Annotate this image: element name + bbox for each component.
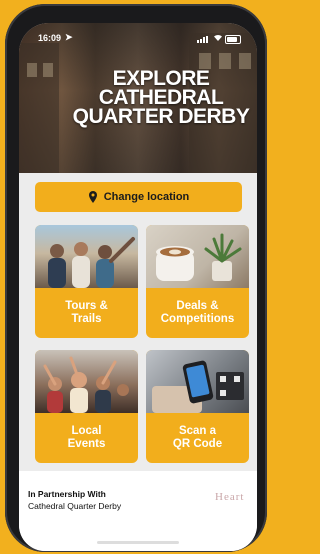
tile-tours-trails[interactable]: Tours & Trails bbox=[35, 225, 138, 338]
tile-label-line: QR Code bbox=[172, 438, 223, 450]
home-indicator[interactable] bbox=[97, 541, 179, 544]
tile-label-line: Scan a bbox=[178, 425, 217, 437]
map-pin-icon bbox=[88, 191, 97, 203]
status-bar: 16:09 ➤ bbox=[19, 32, 257, 47]
hero-title: EXPLORE CATHEDRAL QUARTER DERBY bbox=[69, 68, 253, 128]
tile-label-line: Competitions bbox=[160, 313, 235, 325]
tile-scan-qr-code[interactable]: Scan a QR Code bbox=[146, 350, 249, 463]
app-screen: 16:09 ➤ EXPLORE CATHEDRAL QUARTER DERBY bbox=[19, 23, 257, 551]
hero-building bbox=[19, 43, 59, 173]
tile-local-events[interactable]: Local Events bbox=[35, 350, 138, 463]
signal-icon bbox=[197, 36, 209, 43]
hero-window bbox=[239, 53, 251, 69]
tile-label: Tours & Trails bbox=[35, 288, 138, 338]
coffee-photo bbox=[146, 225, 249, 288]
friends-photo bbox=[35, 225, 138, 288]
phone-scan-photo bbox=[146, 350, 249, 413]
partner-footer: In Partnership With Cathedral Quarter De… bbox=[19, 471, 257, 551]
change-location-label: Change location bbox=[103, 191, 190, 203]
tile-label-line: Events bbox=[67, 438, 106, 450]
change-location-button[interactable]: Change location bbox=[35, 182, 242, 212]
hero-window bbox=[219, 53, 231, 69]
tile-label-line: Trails bbox=[71, 313, 102, 325]
tile-label: Scan a QR Code bbox=[146, 413, 249, 463]
partner-logo: Heart bbox=[215, 491, 245, 503]
tile-label-line: Deals & bbox=[176, 300, 219, 312]
crowd-photo bbox=[35, 350, 138, 413]
phone-frame: 16:09 ➤ EXPLORE CATHEDRAL QUARTER DERBY bbox=[5, 4, 267, 552]
hero-window bbox=[43, 63, 53, 77]
status-time: 16:09 bbox=[38, 33, 62, 43]
hero-title-line: QUARTER DERBY bbox=[72, 105, 250, 128]
tile-deals-competitions[interactable]: Deals & Competitions bbox=[146, 225, 249, 338]
tile-label-line: Local bbox=[71, 425, 102, 437]
battery-icon bbox=[225, 35, 241, 44]
tile-label-line: Tours & bbox=[65, 300, 108, 312]
partner-heading: In Partnership With bbox=[28, 489, 106, 499]
tile-label: Local Events bbox=[35, 413, 138, 463]
hero-window bbox=[27, 63, 37, 77]
hero-banner: 16:09 ➤ EXPLORE CATHEDRAL QUARTER DERBY bbox=[19, 23, 257, 173]
partner-name: Cathedral Quarter Derby bbox=[28, 501, 122, 511]
wifi-icon bbox=[213, 33, 223, 44]
location-arrow-icon: ➤ bbox=[65, 32, 73, 42]
tile-label: Deals & Competitions bbox=[146, 288, 249, 338]
